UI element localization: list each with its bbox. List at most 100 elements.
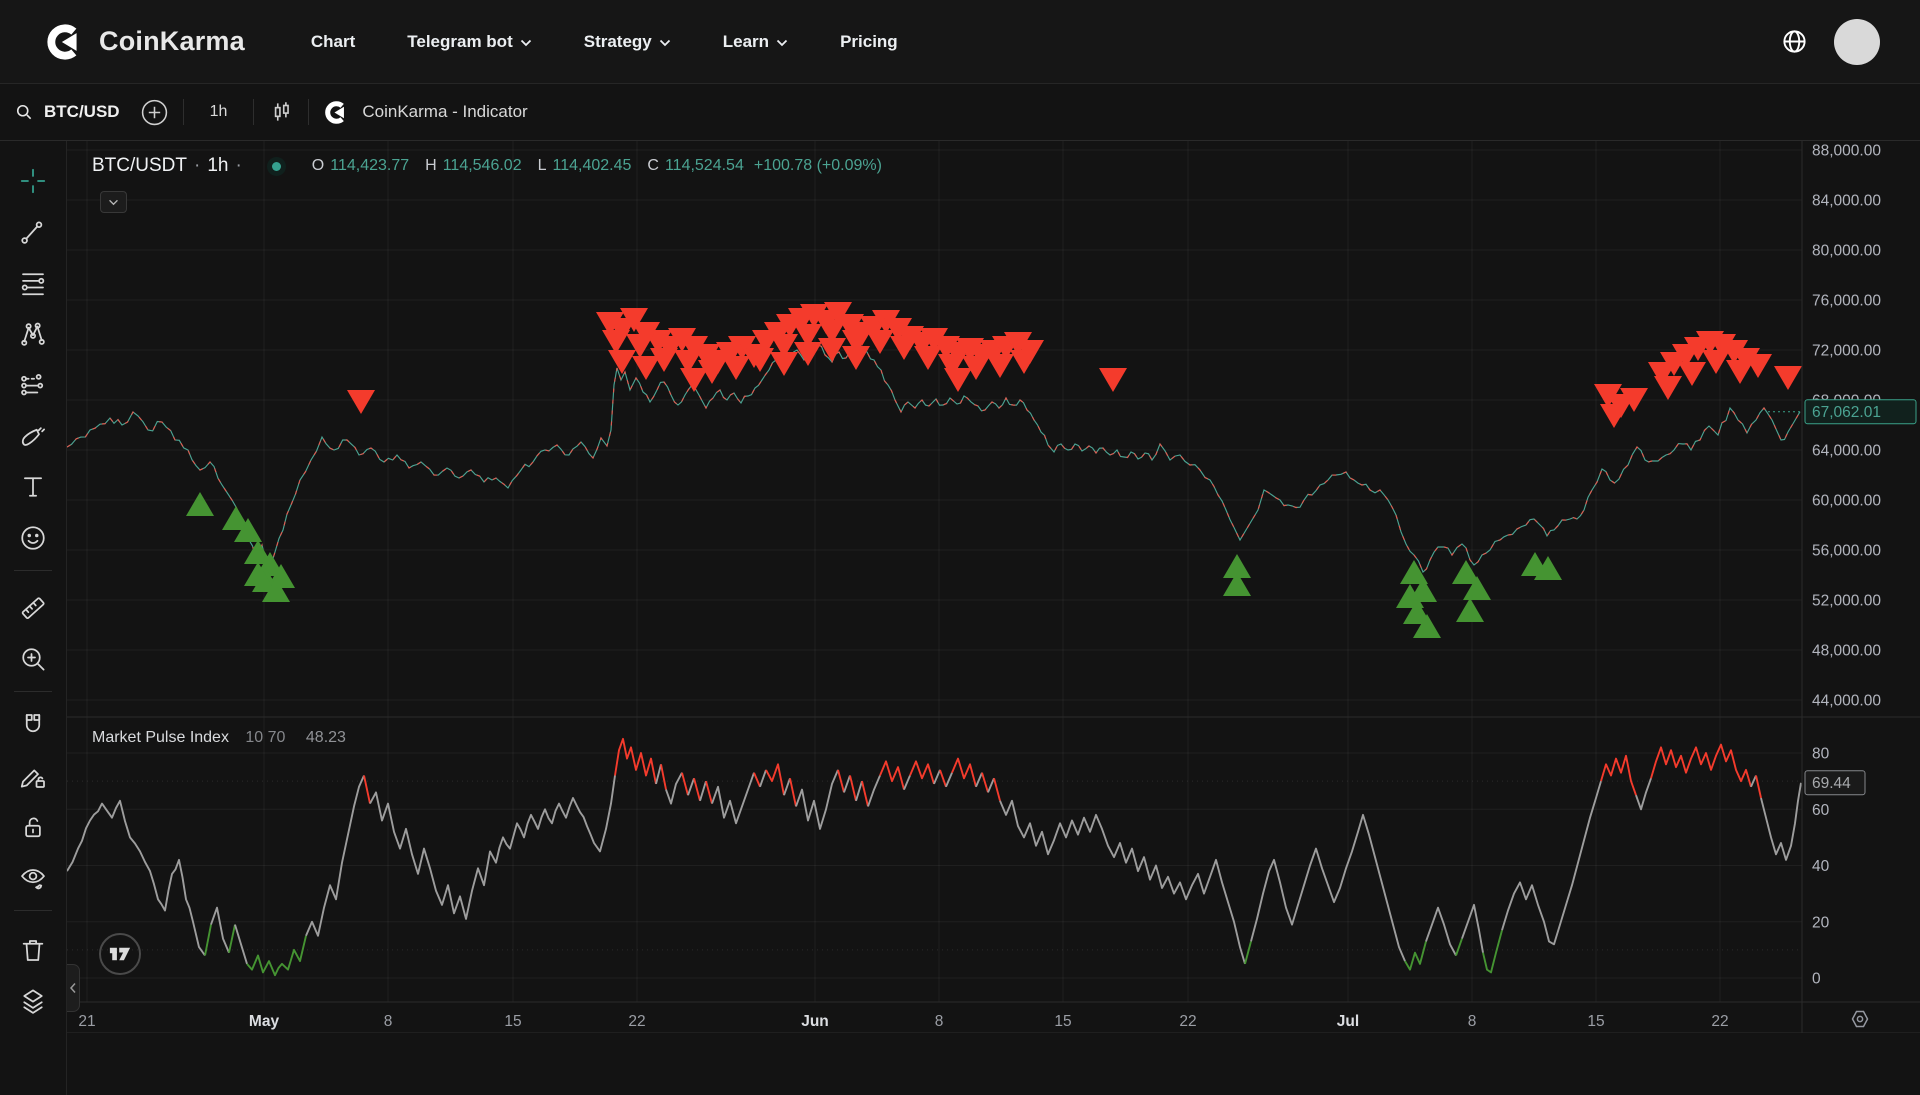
trend-line-tool[interactable] [9, 206, 57, 257]
svg-text:0: 0 [1812, 971, 1821, 988]
chart-pane[interactable]: 88,000.0084,000.0080,000.0076,000.0072,0… [67, 141, 1920, 1033]
divider [14, 691, 52, 692]
symbol-label: BTC/USD [44, 102, 120, 122]
brush-tool[interactable] [9, 410, 57, 461]
svg-text:15: 15 [504, 1013, 521, 1030]
coinkarma-indicator-logo-icon [323, 99, 350, 126]
nav-item-telegram-bot[interactable]: Telegram bot [407, 32, 531, 52]
fib-retracement-tool[interactable] [9, 257, 57, 308]
emoji-tool[interactable] [9, 512, 57, 563]
svg-text:44,000.00: 44,000.00 [1812, 693, 1881, 710]
xabcd-pattern-icon [18, 319, 48, 349]
zoom-in-icon [18, 644, 48, 674]
user-avatar[interactable] [1834, 19, 1880, 65]
svg-text:21: 21 [78, 1013, 95, 1030]
fib-retracement-icon [18, 268, 48, 298]
chevron-down-icon [108, 199, 119, 206]
nav-item-pricing[interactable]: Pricing [840, 32, 898, 52]
brand[interactable]: CoinKarma [44, 21, 245, 63]
object-tree-tool[interactable] [9, 975, 57, 1026]
svg-text:88,000.00: 88,000.00 [1812, 143, 1881, 160]
tradingview-logo-icon [109, 947, 131, 961]
mpi-legend[interactable]: Market Pulse Index 10 70 48.23 [92, 729, 346, 747]
svg-text:Jun: Jun [801, 1013, 829, 1030]
close-value: 114,524.54 [665, 157, 744, 175]
svg-text:67,062.01: 67,062.01 [1812, 404, 1881, 421]
tradingview-logo-button[interactable] [99, 933, 141, 975]
mpi-title[interactable]: Market Pulse Index [92, 729, 229, 746]
legend-expand-button[interactable] [100, 191, 127, 213]
divider [14, 570, 52, 571]
chevron-left-icon [69, 982, 77, 994]
nav-item-chart[interactable]: Chart [311, 32, 355, 52]
lock-all-drawings-tool[interactable] [9, 801, 57, 852]
crosshair-tool[interactable] [9, 155, 57, 206]
text-tool[interactable] [9, 461, 57, 512]
svg-text:52,000.00: 52,000.00 [1812, 593, 1881, 610]
nav-item-strategy[interactable]: Strategy [584, 32, 671, 52]
indicator-status-dot[interactable] [267, 157, 286, 176]
price-chart[interactable]: 88,000.0084,000.0080,000.0076,000.0072,0… [67, 141, 1920, 1033]
coinkarma-logo-icon [44, 21, 86, 63]
svg-text:May: May [249, 1013, 280, 1030]
svg-text:48,000.00: 48,000.00 [1812, 643, 1881, 660]
crosshair-icon [18, 166, 48, 196]
mpi-value: 48.23 [306, 729, 346, 746]
projection-tool[interactable] [9, 359, 57, 410]
toolbar-collapse-handle[interactable] [67, 964, 80, 1012]
svg-text:76,000.00: 76,000.00 [1812, 293, 1881, 310]
brush-icon [18, 421, 48, 451]
svg-text:56,000.00: 56,000.00 [1812, 543, 1881, 560]
zoom-in-tool[interactable] [9, 633, 57, 684]
svg-text:40: 40 [1812, 858, 1830, 875]
svg-text:69.44: 69.44 [1812, 775, 1851, 792]
ruler-icon [18, 593, 48, 623]
timezone-settings-button[interactable] [1846, 1005, 1874, 1033]
indicator-label[interactable]: CoinKarma - Indicator [362, 102, 527, 122]
pencil-lock-icon [18, 761, 48, 791]
magnet-tool[interactable] [9, 699, 57, 750]
candlestick-style-icon[interactable] [268, 99, 294, 125]
mpi-params: 10 70 [245, 729, 285, 746]
drawing-toolbar [0, 141, 67, 1095]
svg-text:22: 22 [1711, 1013, 1728, 1030]
legend-interval[interactable]: 1h [207, 155, 228, 177]
top-navigation: CoinKarma Chart Telegram bot Strategy Le… [0, 0, 1920, 84]
hide-drawings-tool[interactable] [9, 852, 57, 903]
trash-icon [18, 935, 48, 965]
symbol-search[interactable]: BTC/USD [14, 102, 120, 122]
chevron-down-icon [659, 39, 671, 47]
text-icon [18, 472, 48, 502]
language-globe-icon[interactable] [1781, 28, 1808, 55]
gear-icon [1848, 1007, 1872, 1031]
interval-button[interactable]: 1h [198, 103, 240, 121]
xabcd-pattern-tool[interactable] [9, 308, 57, 359]
search-icon [14, 102, 34, 122]
nav-item-learn[interactable]: Learn [723, 32, 788, 52]
svg-text:15: 15 [1587, 1013, 1604, 1030]
magnet-icon [18, 710, 48, 740]
svg-text:8: 8 [1468, 1013, 1477, 1030]
low-value: 114,402.45 [553, 157, 632, 175]
svg-text:8: 8 [935, 1013, 944, 1030]
nav-menu: Chart Telegram bot Strategy Learn Pricin… [311, 32, 898, 52]
high-value: 114,546.02 [443, 157, 522, 175]
chevron-down-icon [520, 39, 532, 47]
measure-tool[interactable] [9, 582, 57, 633]
chart-toolbar: BTC/USD 1h CoinKarma - Indicator [0, 84, 1920, 141]
svg-text:64,000.00: 64,000.00 [1812, 443, 1881, 460]
divider [14, 910, 52, 911]
svg-text:20: 20 [1812, 914, 1830, 931]
svg-text:80: 80 [1812, 746, 1830, 763]
remove-objects-tool[interactable] [9, 924, 57, 975]
emoji-icon [18, 523, 48, 553]
legend-symbol[interactable]: BTC/USDT [92, 155, 187, 177]
svg-text:80,000.00: 80,000.00 [1812, 243, 1881, 260]
main-series-legend[interactable]: BTC/USDT · 1h · O114,423.77 H114,546.02 … [92, 155, 882, 177]
brand-name: CoinKarma [99, 26, 245, 57]
compare-add-icon[interactable] [140, 98, 169, 127]
svg-text:22: 22 [1179, 1013, 1196, 1030]
trend-line-icon [18, 217, 48, 247]
drawing-mode-lock-tool[interactable] [9, 750, 57, 801]
projection-icon [18, 370, 48, 400]
